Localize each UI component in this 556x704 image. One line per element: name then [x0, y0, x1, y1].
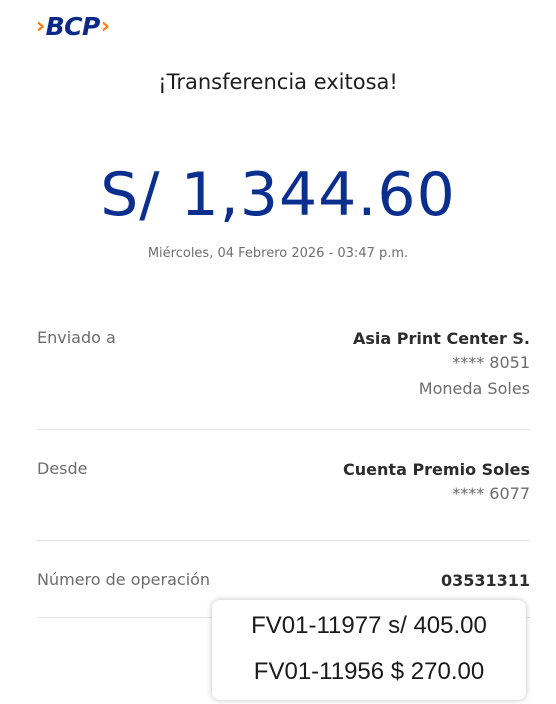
brand-name: BCP: [45, 11, 101, 41]
page-title: ¡Transferencia exitosa!: [158, 70, 398, 94]
bcp-logo: › BCP ›: [36, 10, 110, 42]
operation-number: 03531311: [440, 571, 530, 590]
operation-row: Número de operación 03531311: [37, 570, 530, 596]
divider: [37, 429, 530, 430]
source-row: Desde Cuenta Premio Soles **** 6077: [37, 459, 530, 519]
recipient-values: Asia Print Center S. **** 8051 Moneda So…: [353, 328, 530, 402]
invoice-note-line: FV01-11956 $ 270.00: [253, 658, 485, 685]
source-account: **** 6077: [452, 484, 530, 503]
transfer-datetime: Miércoles, 04 Febrero 2026 - 03:47 p.m.: [147, 246, 409, 261]
source-values: Cuenta Premio Soles **** 6077: [343, 459, 530, 507]
invoice-note: FV01-11977 s/ 405.00 FV01-11956 $ 270.00: [212, 600, 526, 700]
recipient-name: Asia Print Center S.: [352, 329, 530, 348]
recipient-label: Enviado a: [37, 328, 116, 347]
recipient-account: **** 8051: [452, 353, 530, 372]
invoice-note-line: FV01-11977 s/ 405.00: [251, 612, 487, 639]
transfer-amount: S/ 1,344.60: [100, 160, 456, 230]
source-label: Desde: [37, 459, 88, 478]
operation-label: Número de operación: [37, 570, 211, 589]
recipient-currency: Moneda Soles: [418, 379, 530, 398]
divider: [37, 540, 530, 541]
chevron-right-icon: ›: [100, 13, 110, 39]
source-name: Cuenta Premio Soles: [343, 460, 530, 479]
recipient-row: Enviado a Asia Print Center S. **** 8051…: [37, 328, 530, 408]
operation-values: 03531311: [441, 570, 530, 592]
chevron-right-icon: ›: [36, 13, 45, 39]
